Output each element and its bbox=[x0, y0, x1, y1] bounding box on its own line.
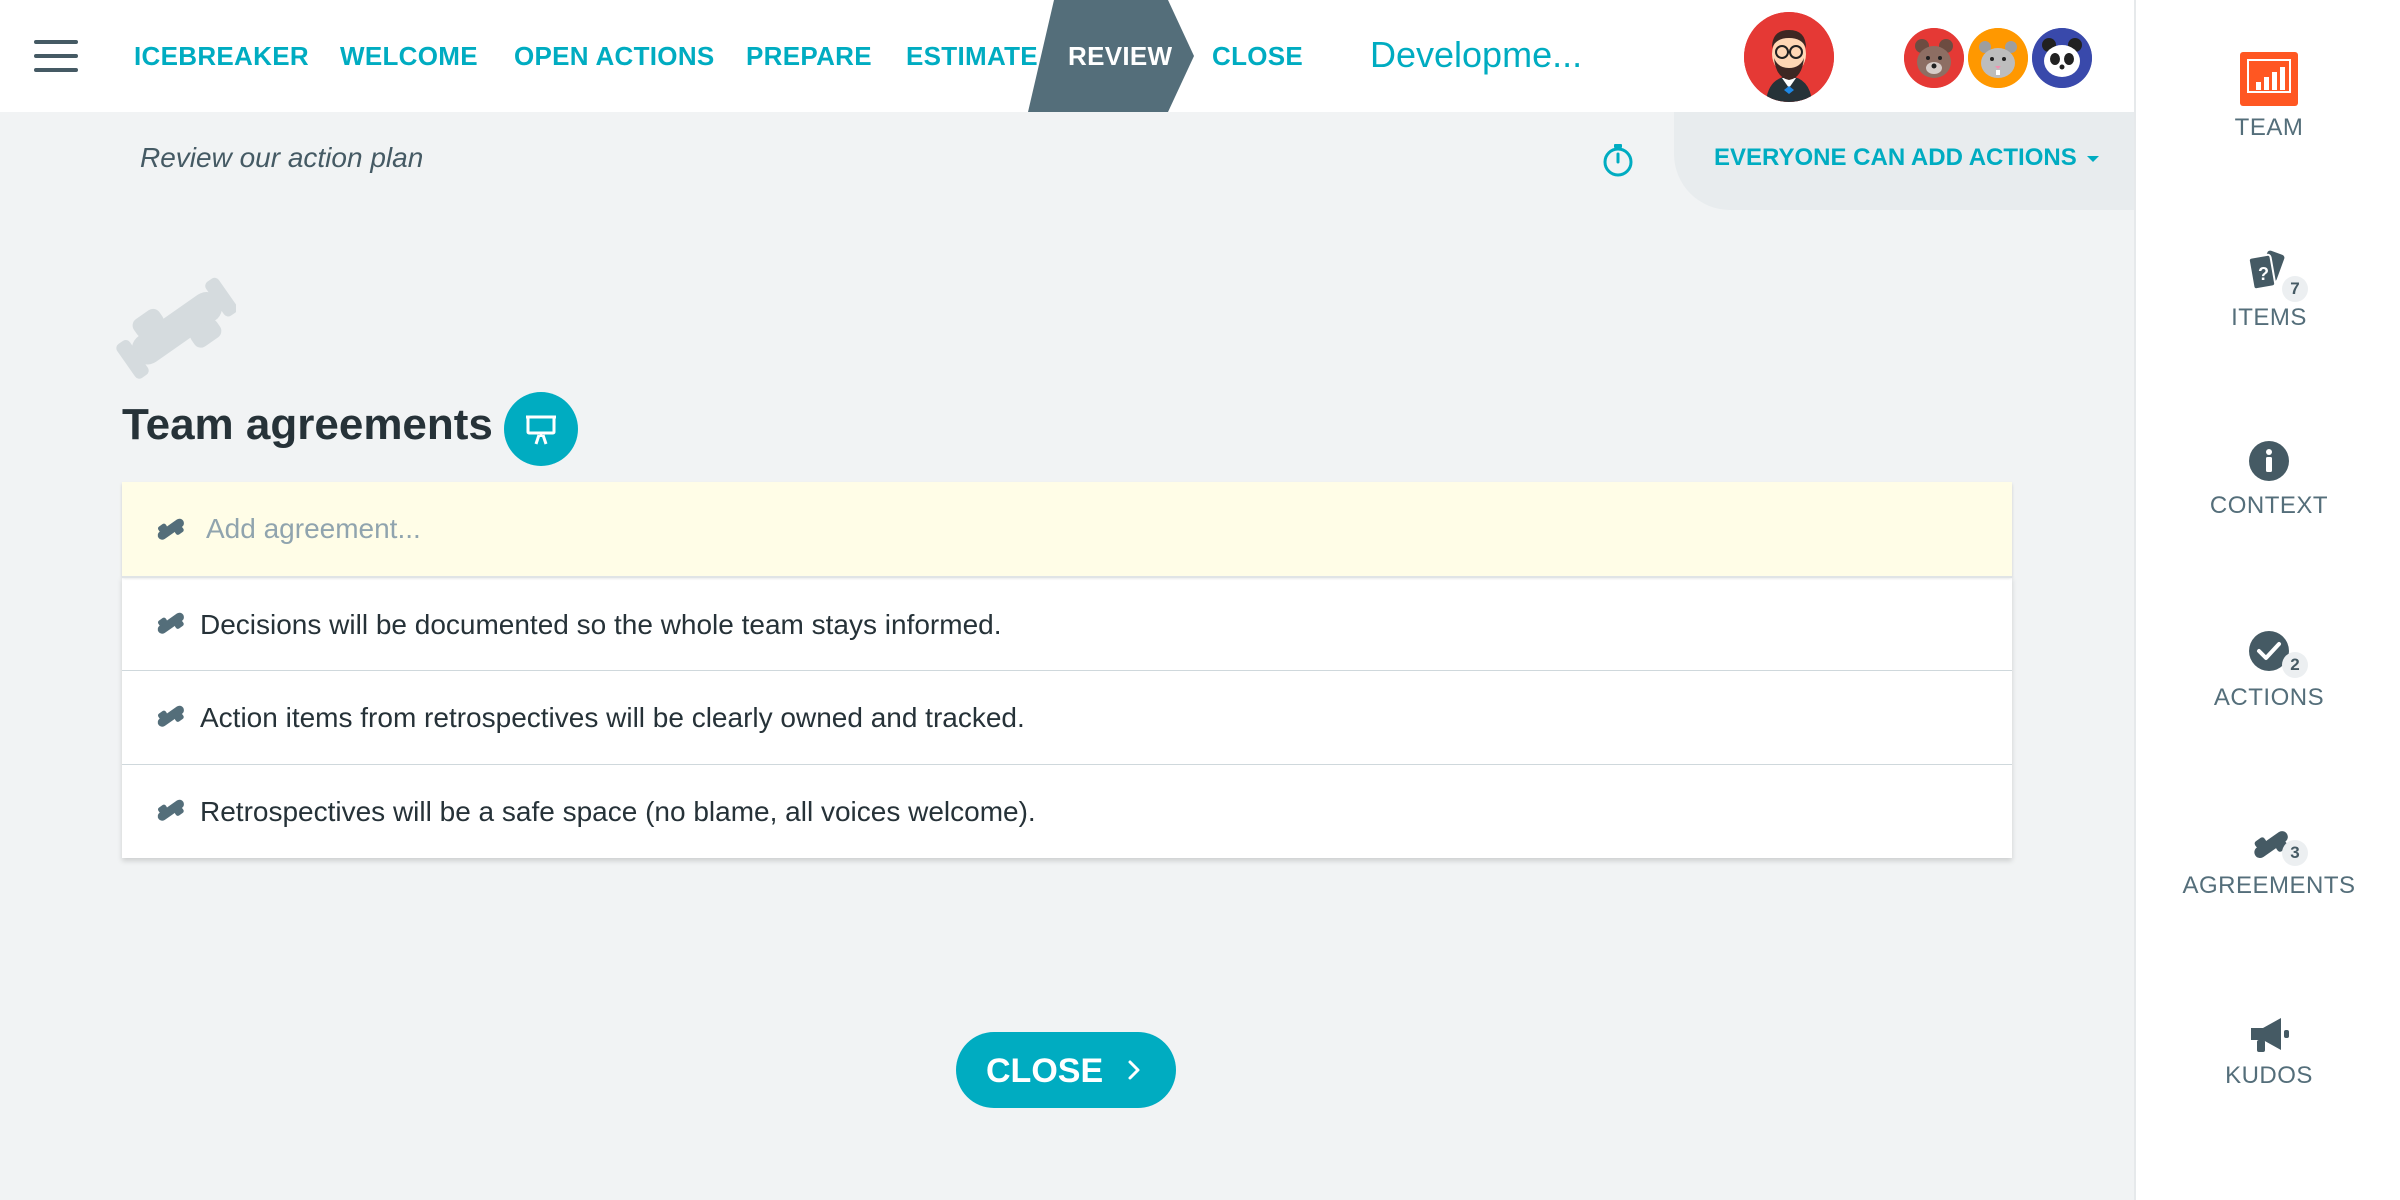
team-board-icon bbox=[2240, 50, 2298, 108]
participant-avatar-hamster[interactable] bbox=[1968, 28, 2028, 88]
top-bar: ICEBREAKER WELCOME OPEN ACTIONS PREPARE … bbox=[0, 0, 2134, 112]
handshake-icon bbox=[152, 791, 188, 827]
caret-down-icon bbox=[2086, 155, 2099, 162]
sidebar-item-team[interactable]: TEAM bbox=[2136, 50, 2400, 200]
present-button[interactable] bbox=[504, 392, 578, 466]
permission-dropdown[interactable]: EVERYONE CAN ADD ACTIONS bbox=[1714, 144, 2099, 172]
permission-label: EVERYONE CAN ADD ACTIONS bbox=[1714, 144, 2077, 171]
handshake-icon bbox=[152, 510, 188, 546]
agreement-text: Decisions will be documented so the whol… bbox=[200, 609, 1002, 640]
sidebar-item-label: ACTIONS bbox=[2213, 684, 2325, 711]
sidebar-item-label: KUDOS bbox=[2225, 1062, 2313, 1089]
panda-avatar bbox=[2032, 28, 2092, 88]
step-prepare[interactable]: PREPARE bbox=[746, 0, 872, 112]
sidebar-item-agreements[interactable]: 3 AGREEMENTS bbox=[2136, 820, 2400, 970]
list-item[interactable]: Action items from retrospectives will be… bbox=[122, 670, 2012, 764]
agreement-text: Action items from retrospectives will be… bbox=[200, 702, 1025, 733]
agreement-items: Decisions will be documented so the whol… bbox=[122, 576, 2012, 858]
section-title: Team agreements bbox=[122, 400, 493, 449]
presentation-icon bbox=[526, 415, 556, 445]
agreement-text: Retrospectives will be a safe space (no … bbox=[200, 796, 1036, 827]
step-navigation: ICEBREAKER WELCOME OPEN ACTIONS PREPARE … bbox=[0, 0, 1320, 112]
permission-panel: EVERYONE CAN ADD ACTIONS bbox=[1674, 112, 2134, 210]
sidebar-item-actions[interactable]: 2 ACTIONS bbox=[2136, 630, 2400, 780]
handshake-icon bbox=[112, 262, 238, 386]
step-open-actions[interactable]: OPEN ACTIONS bbox=[514, 0, 715, 112]
list-item[interactable]: Decisions will be documented so the whol… bbox=[122, 576, 2012, 670]
bear-avatar bbox=[1904, 28, 1964, 88]
sidebar-item-kudos[interactable]: KUDOS bbox=[2136, 1012, 2400, 1162]
sidebar-item-label: AGREEMENTS bbox=[2182, 872, 2356, 899]
step-close[interactable]: CLOSE bbox=[1212, 0, 1303, 112]
bearded-man-avatar bbox=[1744, 12, 1834, 102]
sidebar-item-items[interactable]: ? 7 ITEMS bbox=[2136, 250, 2400, 400]
add-agreement-row bbox=[122, 482, 2012, 576]
participant-avatar-panda[interactable] bbox=[2032, 28, 2092, 88]
agreements-count-badge: 3 bbox=[2282, 840, 2308, 866]
participant-avatar-bear[interactable] bbox=[1904, 28, 1964, 88]
megaphone-icon bbox=[2247, 1012, 2293, 1058]
info-icon bbox=[2248, 440, 2290, 482]
step-icebreaker[interactable]: ICEBREAKER bbox=[134, 0, 309, 112]
list-item[interactable]: Retrospectives will be a safe space (no … bbox=[122, 764, 2012, 858]
chevron-right-icon bbox=[1128, 1060, 1140, 1080]
right-sidebar: TEAM ? 7 ITEMS CONTEXT 2 ACTIONS 3 AGREE… bbox=[2134, 0, 2400, 1200]
board-title[interactable]: Developme... bbox=[1370, 0, 1580, 112]
handshake-icon bbox=[152, 604, 188, 640]
close-button[interactable]: CLOSE bbox=[956, 1032, 1176, 1108]
svg-text:?: ? bbox=[2258, 264, 2269, 284]
step-estimate[interactable]: ESTIMATE bbox=[906, 0, 1038, 112]
handshake-icon bbox=[152, 697, 188, 733]
close-button-label: CLOSE bbox=[986, 1052, 1104, 1090]
sidebar-item-context[interactable]: CONTEXT bbox=[2136, 440, 2400, 590]
agreements-list: Decisions will be documented so the whol… bbox=[122, 482, 2012, 858]
phase-subtitle: Review our action plan bbox=[140, 142, 424, 173]
sidebar-item-label: TEAM bbox=[2234, 114, 2304, 141]
step-review[interactable]: REVIEW bbox=[1068, 0, 1172, 112]
host-avatar[interactable] bbox=[1744, 12, 1834, 102]
stopwatch-icon[interactable] bbox=[1600, 142, 1636, 178]
actions-count-badge: 2 bbox=[2282, 652, 2308, 678]
items-count-badge: 7 bbox=[2282, 276, 2308, 302]
step-welcome[interactable]: WELCOME bbox=[340, 0, 478, 112]
sidebar-item-label: CONTEXT bbox=[2209, 492, 2329, 519]
hamster-avatar bbox=[1968, 28, 2028, 88]
add-agreement-input[interactable] bbox=[206, 482, 1966, 576]
sidebar-item-label: ITEMS bbox=[2231, 304, 2307, 331]
